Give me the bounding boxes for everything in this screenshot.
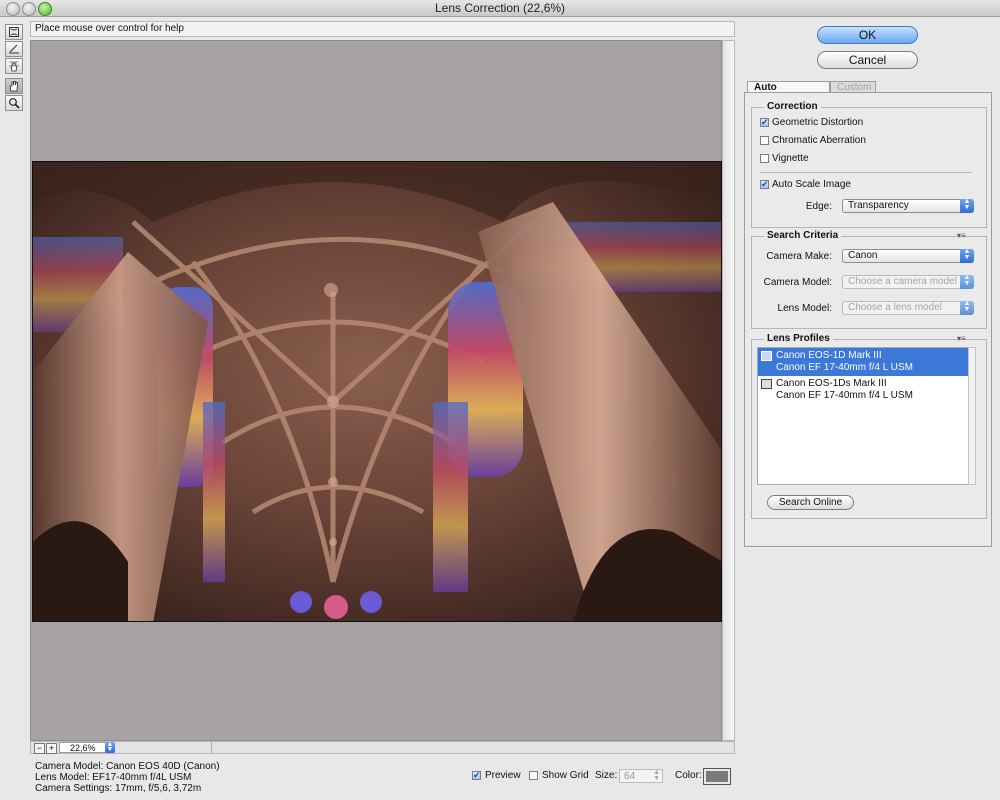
- edge-select-value: Transparency: [848, 200, 909, 211]
- vignette-label: Vignette: [772, 153, 809, 164]
- preview-image: [32, 161, 722, 622]
- camera-make-select[interactable]: Canon ▲ ▼: [842, 248, 974, 263]
- zoom-bar-divider: [211, 742, 212, 753]
- camera-model-value: Choose a camera model: [848, 276, 957, 287]
- window-title: Lens Correction (22,6%): [434, 1, 566, 15]
- lens-model-info: Lens Model: EF17-40mm f/4L USM: [35, 772, 192, 783]
- edge-select[interactable]: Transparency ▲ ▼: [842, 198, 974, 213]
- zoom-level-dropdown[interactable]: ▲ ▼: [105, 741, 115, 753]
- minimize-window-button[interactable]: [22, 2, 36, 16]
- lens-profile-item[interactable]: Canon EOS-1Ds Mark III Canon EF 17-40mm …: [758, 376, 968, 404]
- grid-color-swatch[interactable]: [703, 768, 731, 785]
- straighten-tool[interactable]: [5, 41, 23, 57]
- lens-profile-list: Canon EOS-1D Mark III Canon EF 17-40mm f…: [757, 347, 969, 485]
- profile-camera: Canon EOS-1Ds Mark III: [776, 378, 887, 389]
- preview-label: Preview: [485, 770, 521, 781]
- chromatic-aberration-label: Chromatic Aberration: [772, 135, 866, 146]
- profile-lens: Canon EF 17-40mm f/4 L USM: [776, 362, 913, 373]
- ok-button[interactable]: OK: [817, 26, 918, 44]
- chevron-updown-icon: ▲ ▼: [960, 300, 974, 315]
- close-window-button[interactable]: [6, 2, 20, 16]
- zoom-window-button[interactable]: [38, 2, 52, 16]
- chevron-updown-icon: ▲ ▼: [960, 274, 974, 289]
- camera-make-label: Camera Make:: [766, 251, 832, 262]
- magnifier-icon: [9, 98, 20, 109]
- title-bar: Lens Correction (22,6%): [0, 0, 1000, 17]
- camera-settings-info: Camera Settings: 17mm, f/5,6, 3,72m: [35, 783, 202, 794]
- zoom-tool[interactable]: [5, 95, 23, 111]
- correction-divider: [760, 172, 972, 173]
- zoom-in-button[interactable]: +: [46, 743, 57, 754]
- grid-size-field[interactable]: 64 ▲ ▼: [619, 769, 663, 783]
- hand-tool[interactable]: [5, 78, 23, 94]
- straighten-icon: [9, 44, 19, 54]
- grid-size-label: Size:: [595, 770, 618, 781]
- move-grid-hand-icon: [9, 61, 19, 72]
- search-online-button[interactable]: Search Online: [767, 495, 854, 510]
- auto-scale-image-label: Auto Scale Image: [772, 179, 851, 190]
- preview-checkbox[interactable]: ✔: [472, 771, 481, 780]
- show-grid-checkbox[interactable]: [529, 771, 538, 780]
- remove-distortion-icon: [9, 27, 19, 37]
- zoom-level-field[interactable]: 22,6%: [59, 742, 109, 753]
- lens-profile-item[interactable]: Canon EOS-1D Mark III Canon EF 17-40mm f…: [758, 348, 968, 376]
- profile-lens: Canon EF 17-40mm f/4 L USM: [776, 390, 913, 401]
- profile-icon: [761, 379, 772, 389]
- zoom-bar: − + 22,6% ▲ ▼: [30, 741, 735, 754]
- search-criteria-title: Search Criteria: [764, 230, 842, 241]
- correction-title: Correction: [764, 101, 821, 112]
- canvas-vertical-scrollbar[interactable]: [722, 40, 735, 741]
- lens-profiles-title: Lens Profiles: [764, 333, 833, 344]
- lens-profile-scrollbar[interactable]: [968, 347, 976, 485]
- remove-distortion-tool[interactable]: [5, 24, 23, 40]
- camera-model-label: Camera Model:: [763, 277, 832, 288]
- camera-make-value: Canon: [848, 250, 878, 261]
- profile-icon: [761, 351, 772, 361]
- camera-model-select[interactable]: Choose a camera model ▲ ▼: [842, 274, 974, 289]
- search-criteria-menu-icon[interactable]: ▾≡: [957, 231, 966, 240]
- help-bar: Place mouse over control for help: [30, 21, 735, 37]
- edge-label: Edge:: [805, 201, 832, 212]
- chevron-updown-icon: ▲ ▼: [106, 741, 114, 753]
- grid-color-label: Color:: [675, 770, 702, 781]
- auto-scale-image-checkbox[interactable]: ✔: [760, 180, 769, 189]
- zoom-out-button[interactable]: −: [34, 743, 45, 754]
- hand-icon: [9, 81, 18, 92]
- cancel-button[interactable]: Cancel: [817, 51, 918, 69]
- stepper-icon: ▲ ▼: [653, 769, 660, 782]
- vignette-checkbox[interactable]: [760, 154, 769, 163]
- lens-profiles-menu-icon[interactable]: ▾≡: [957, 334, 966, 343]
- grid-size-value: 64: [624, 771, 636, 782]
- geometric-distortion-checkbox[interactable]: ✔: [760, 118, 769, 127]
- show-grid-label: Show Grid: [542, 770, 589, 781]
- geometric-distortion-label: Geometric Distortion: [772, 117, 864, 128]
- chevron-updown-icon: ▲ ▼: [960, 248, 974, 263]
- profile-camera: Canon EOS-1D Mark III: [776, 350, 882, 361]
- chevron-updown-icon: ▲ ▼: [960, 198, 974, 213]
- lens-model-value: Choose a lens model: [848, 302, 942, 313]
- camera-model-info: Camera Model: Canon EOS 40D (Canon): [35, 761, 220, 772]
- move-grid-tool[interactable]: [5, 58, 23, 74]
- cathedral-vault-illustration: [33, 162, 721, 621]
- chromatic-aberration-checkbox[interactable]: [760, 136, 769, 145]
- lens-model-select[interactable]: Choose a lens model ▲ ▼: [842, 300, 974, 315]
- lens-model-label: Lens Model:: [777, 303, 832, 314]
